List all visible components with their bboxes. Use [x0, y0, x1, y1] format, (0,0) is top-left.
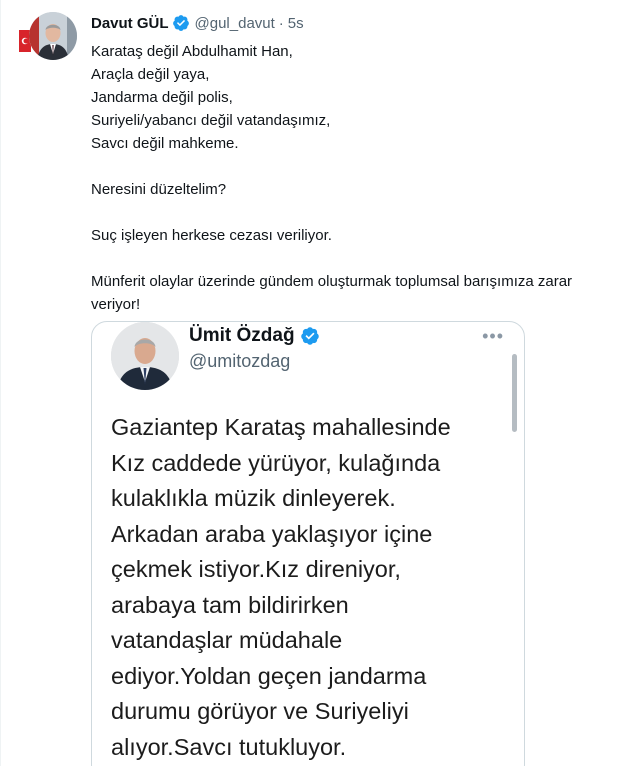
tweet-header: Davut GÜL @gul_davut · 5s	[91, 12, 304, 34]
quoted-author-handle[interactable]: @umitozdag	[189, 351, 290, 372]
author-name[interactable]: Davut GÜL	[91, 15, 169, 32]
tweet-timestamp[interactable]: 5s	[288, 15, 304, 32]
quoted-author-avatar[interactable]	[111, 322, 179, 390]
verified-badge-icon	[300, 327, 319, 345]
verified-badge-icon	[172, 15, 189, 31]
quoted-text-line: Gaziantep Karataş mahallesinde	[111, 414, 451, 440]
tweet-text-line: Münferit olaylar üzerinde gündem oluştur…	[91, 273, 573, 313]
quoted-text-line: çekmek istiyor.Kız direniyor,	[111, 556, 401, 582]
tweet-text-line: Neresini düzeltelim?	[91, 181, 227, 198]
quoted-author-name[interactable]: Ümit Özdağ	[189, 325, 295, 347]
quoted-text-line: Kız caddede yürüyor, kulağında	[111, 449, 441, 476]
more-dots-icon[interactable]: •••	[482, 326, 504, 347]
tweet-text-line: Araçla değil yaya,	[91, 66, 210, 83]
tweet-text-line: Suriyeli/yabancı değil vatandaşımız,	[91, 112, 331, 129]
author-handle[interactable]: @gul_davut	[195, 15, 275, 32]
quoted-author-name-row: Ümit Özdağ	[189, 325, 320, 347]
quoted-text-line: vatandaşlar müdahale	[111, 627, 343, 653]
quoted-scrollbar[interactable]	[512, 354, 517, 432]
tweet[interactable]: Davut GÜL @gul_davut · 5s Karataş değil …	[0, 0, 637, 766]
quoted-text-line: Arkadan araba yaklaşıyor içine	[111, 520, 433, 547]
quoted-tweet-text: Gaziantep Karataş mahallesinde Kız cadde…	[111, 410, 511, 765]
tweet-text-blank	[91, 201, 621, 224]
tweet-text-line: Jandarma değil polis,	[91, 89, 233, 106]
tweet-text-line: Suç işleyen herkese cezası veriliyor.	[91, 227, 332, 244]
tweet-text-blank	[91, 247, 621, 270]
quoted-text-line: arabaya tam bildirirken	[111, 591, 349, 618]
quoted-text-line: alıyor.Savcı tutukluyor.	[111, 733, 347, 760]
tweet-text-line: Karataş değil Abdulhamit Han,	[91, 43, 293, 60]
tweet-text-line: Savcı değil mahkeme.	[91, 135, 239, 152]
quoted-tweet[interactable]: Ümit Özdağ @umitozdag ••• Gaziantep Kara…	[91, 321, 525, 766]
quoted-text-line: kulaklıkla müzik dinleyerek.	[111, 485, 396, 511]
quoted-text-line: durumu görüyor ve Suriyeliyi	[111, 698, 409, 724]
tweet-text-blank	[91, 155, 621, 178]
author-avatar[interactable]	[29, 12, 77, 60]
quoted-text-line: ediyor.Yoldan geçen jandarma	[111, 662, 427, 689]
tweet-text: Karataş değil Abdulhamit Han, Araçla değ…	[91, 40, 621, 316]
header-separator: ·	[278, 14, 284, 32]
